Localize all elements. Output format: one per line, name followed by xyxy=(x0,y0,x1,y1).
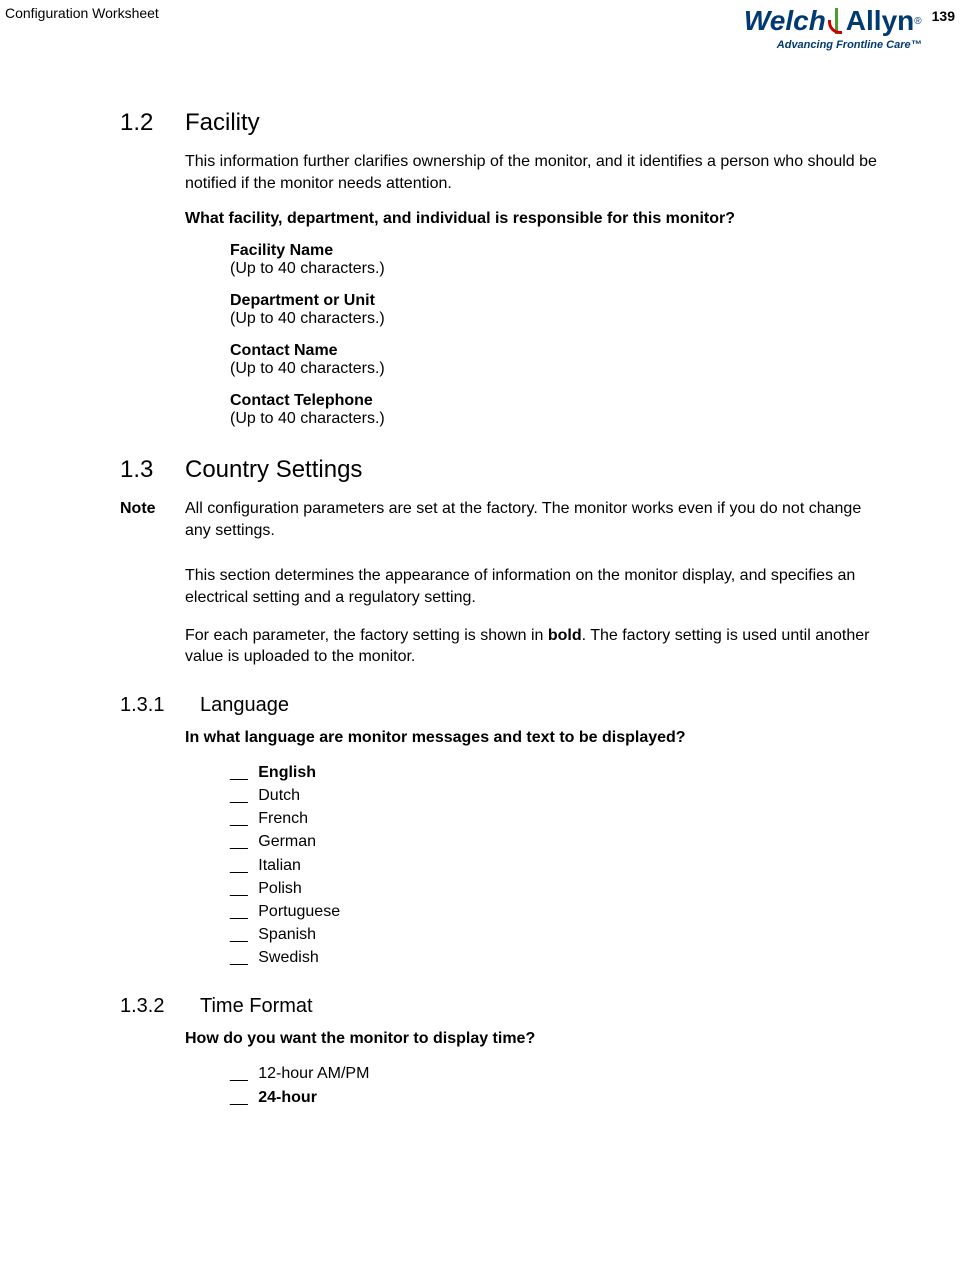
header-title: Configuration Worksheet xyxy=(5,5,159,21)
logo-mark-icon xyxy=(828,8,844,34)
field-contact-telephone: Contact Telephone (Up to 40 characters.) xyxy=(230,392,885,428)
time-format-options: __ 12-hour AM/PM __ 24-hour xyxy=(230,1062,885,1108)
section-1-3-para2: For each parameter, the factory setting … xyxy=(185,625,885,668)
section-1-3-1-heading: 1.3.1 Language xyxy=(120,694,885,717)
option-dutch[interactable]: __ Dutch xyxy=(230,784,885,807)
option-german[interactable]: __ German xyxy=(230,830,885,853)
page-number: 139 xyxy=(932,8,955,24)
section-1-3-2-heading: 1.3.2 Time Format xyxy=(120,995,885,1018)
option-italian[interactable]: __ Italian xyxy=(230,854,885,877)
field-facility-name: Facility Name (Up to 40 characters.) xyxy=(230,242,885,278)
option-spanish[interactable]: __ Spanish xyxy=(230,923,885,946)
language-options: __ English __ Dutch __ French __ German … xyxy=(230,761,885,970)
section-1-2-intro: This information further clarifies owner… xyxy=(185,151,885,194)
option-24-hour[interactable]: __ 24-hour xyxy=(230,1086,885,1109)
option-swedish[interactable]: __ Swedish xyxy=(230,946,885,969)
logo-allyn-text: Allyn xyxy=(846,5,914,37)
section-1-3-para1: This section determines the appearance o… xyxy=(185,565,885,608)
logo-welch-text: Welch xyxy=(744,5,826,37)
section-1-3-2-question: How do you want the monitor to display t… xyxy=(185,1030,885,1048)
brand-logo: Welch Allyn ® Advancing Frontline Care™ xyxy=(744,5,922,51)
option-polish[interactable]: __ Polish xyxy=(230,877,885,900)
field-contact-name: Contact Name (Up to 40 characters.) xyxy=(230,342,885,378)
option-french[interactable]: __ French xyxy=(230,807,885,830)
logo-tagline: Advancing Frontline Care™ xyxy=(744,39,922,51)
section-1-2-heading: 1.2 Facility xyxy=(120,109,885,137)
registered-icon: ® xyxy=(914,16,921,27)
section-1-3-note: Note All configuration parameters are se… xyxy=(120,498,885,541)
section-1-3-heading: 1.3 Country Settings xyxy=(120,456,885,484)
option-12-hour[interactable]: __ 12-hour AM/PM xyxy=(230,1062,885,1085)
section-1-2-question: What facility, department, and individua… xyxy=(185,210,885,228)
section-1-3-1-question: In what language are monitor messages an… xyxy=(185,729,885,747)
option-english[interactable]: __ English xyxy=(230,761,885,784)
option-portuguese[interactable]: __ Portuguese xyxy=(230,900,885,923)
field-department: Department or Unit (Up to 40 characters.… xyxy=(230,292,885,328)
